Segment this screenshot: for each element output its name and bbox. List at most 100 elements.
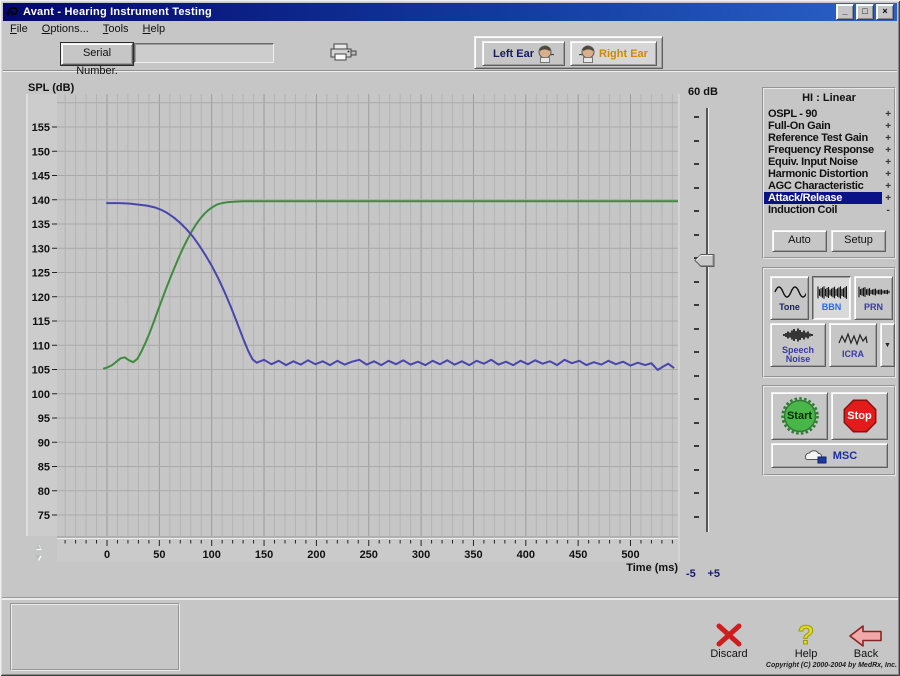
test-item-equiv-input-noise[interactable]: Equiv. Input Noise+: [764, 156, 894, 168]
test-item-label: OSPL - 90: [764, 108, 882, 120]
discard-button[interactable]: Discard: [700, 620, 758, 660]
test-item-label: Equiv. Input Noise: [764, 156, 882, 168]
gain-slider-tick: [694, 187, 699, 189]
test-item-induction-coil[interactable]: Induction Coil-: [764, 204, 894, 216]
svg-text:130: 130: [32, 243, 50, 255]
test-item-marker: +: [882, 169, 894, 180]
svg-text:100: 100: [32, 389, 50, 401]
back-label: Back: [838, 648, 894, 660]
gain-slider-tick: [694, 234, 699, 236]
test-item-marker: +: [882, 133, 894, 144]
menu-item-help[interactable]: Help: [136, 23, 173, 35]
left-ear-label: Left Ear: [493, 48, 534, 60]
scroll-up-icon[interactable]: ▲: [27, 541, 49, 552]
test-list-header: HI : Linear: [764, 92, 894, 104]
svg-text:155: 155: [32, 122, 50, 134]
close-button[interactable]: ×: [876, 4, 894, 20]
gain-slider-tick: [694, 375, 699, 377]
back-button[interactable]: Back: [838, 620, 894, 660]
start-icon: [776, 396, 824, 436]
stimulus-label: ICRA: [842, 350, 864, 359]
stimulus-label: PRN: [864, 303, 883, 312]
stimulus-bbn-button[interactable]: BBN: [812, 276, 851, 320]
test-item-marker: +: [882, 181, 894, 192]
msc-button[interactable]: MSC: [771, 443, 888, 468]
test-item-marker: +: [882, 145, 894, 156]
x-scroll-spinner[interactable]: ▲ ▼: [27, 541, 49, 563]
stimulus-tone-button[interactable]: Tone: [770, 276, 809, 320]
svg-text:85: 85: [38, 462, 50, 474]
stimulus-prn-button[interactable]: PRN: [854, 276, 893, 320]
gain-slider-tick: [694, 398, 699, 400]
gain-slider-range: -5 +5: [686, 568, 720, 580]
svg-text:450: 450: [569, 549, 587, 561]
gain-slider-tick: [694, 351, 699, 353]
test-item-harmonic-distortion[interactable]: Harmonic Distortion+: [764, 168, 894, 180]
x-axis-ruler: 050100150200250300350400450500: [57, 537, 678, 562]
test-item-marker: +: [882, 157, 894, 168]
stimulus-more-button[interactable]: ▼: [880, 323, 895, 367]
auto-button[interactable]: Auto: [772, 230, 827, 252]
help-question-icon: ?: [798, 622, 815, 648]
stop-button[interactable]: Stop: [831, 392, 888, 440]
stimulus-row-1: ToneBBN PRN: [770, 276, 893, 320]
menu-item-file[interactable]: File: [3, 23, 35, 35]
test-item-label: Reference Test Gain: [764, 132, 882, 144]
test-item-ospl-90[interactable]: OSPL - 90+: [764, 108, 894, 120]
svg-text:500: 500: [621, 549, 639, 561]
left-ear-button[interactable]: Left Ear: [482, 41, 565, 66]
test-item-reference-test-gain[interactable]: Reference Test Gain+: [764, 132, 894, 144]
svg-text:0: 0: [104, 549, 110, 561]
test-item-marker: +: [882, 193, 894, 204]
gain-slider-max: +5: [707, 568, 720, 580]
svg-text:140: 140: [32, 195, 50, 207]
stimulus-label: Speech Noise: [771, 346, 825, 365]
gain-slider-tick: [694, 516, 699, 518]
transport-panel: Start Stop MSC: [762, 385, 896, 476]
test-item-frequency-response[interactable]: Frequency Response+: [764, 144, 894, 156]
msc-icon: [802, 448, 828, 464]
svg-text:350: 350: [464, 549, 482, 561]
footer-divider: [2, 597, 898, 600]
serial-number-button[interactable]: Serial Number.: [61, 43, 133, 65]
svg-text:100: 100: [203, 549, 221, 561]
menu-item-tools[interactable]: Tools: [96, 23, 136, 35]
app-window: { "window": { "title": "Avant - Hearing …: [0, 0, 900, 676]
svg-text:95: 95: [38, 413, 50, 425]
y-axis-title: SPL (dB): [28, 82, 74, 94]
printer-icon[interactable]: [327, 41, 359, 64]
test-list-panel: HI : Linear OSPL - 90+Full-On Gain+Refer…: [762, 87, 896, 259]
test-item-agc-characteristic[interactable]: AGC Characteristic+: [764, 180, 894, 192]
test-item-label: Frequency Response: [764, 144, 882, 156]
gain-slider-tick: [694, 163, 699, 165]
copyright-text: Copyright (C) 2000-2004 by MedRx, Inc.: [766, 662, 897, 669]
gain-slider-track[interactable]: [706, 108, 709, 532]
left-ear-icon: [537, 44, 554, 63]
svg-text:115: 115: [32, 316, 50, 328]
gain-slider-tick: [694, 492, 699, 494]
svg-text:150: 150: [255, 549, 273, 561]
start-button[interactable]: Start: [771, 392, 828, 440]
svg-text:110: 110: [32, 340, 50, 352]
menu-bar: FileOptions...ToolsHelp: [3, 22, 897, 35]
stimulus-icra-button[interactable]: ICRA: [829, 323, 877, 367]
scroll-down-icon[interactable]: ▼: [27, 552, 49, 563]
maximize-button[interactable]: □: [856, 4, 874, 20]
test-item-attack-release[interactable]: Attack/Release+: [764, 192, 894, 204]
help-button[interactable]: ? Help: [783, 620, 829, 660]
stimulus-panel: ToneBBN PRN Speech Noise ICRA ▼: [762, 267, 896, 378]
test-item-label: Induction Coil: [764, 204, 882, 216]
serial-number-input[interactable]: [134, 43, 274, 63]
gain-slider-thumb[interactable]: [694, 254, 716, 267]
discard-x-icon: [714, 622, 744, 648]
title-bar: Avant - Hearing Instrument Testing _ □ ×: [3, 3, 897, 21]
minimize-button[interactable]: _: [836, 4, 854, 20]
menu-item-options[interactable]: Options...: [35, 23, 96, 35]
test-item-label: Attack/Release: [764, 192, 882, 204]
gain-slider-label: 60 dB: [686, 86, 720, 98]
setup-button[interactable]: Setup: [831, 230, 886, 252]
right-ear-button[interactable]: Right Ear: [570, 41, 657, 66]
test-item-full-on-gain[interactable]: Full-On Gain+: [764, 120, 894, 132]
stimulus-speech-noise-button[interactable]: Speech Noise: [770, 323, 826, 367]
notes-panel: [10, 603, 180, 671]
